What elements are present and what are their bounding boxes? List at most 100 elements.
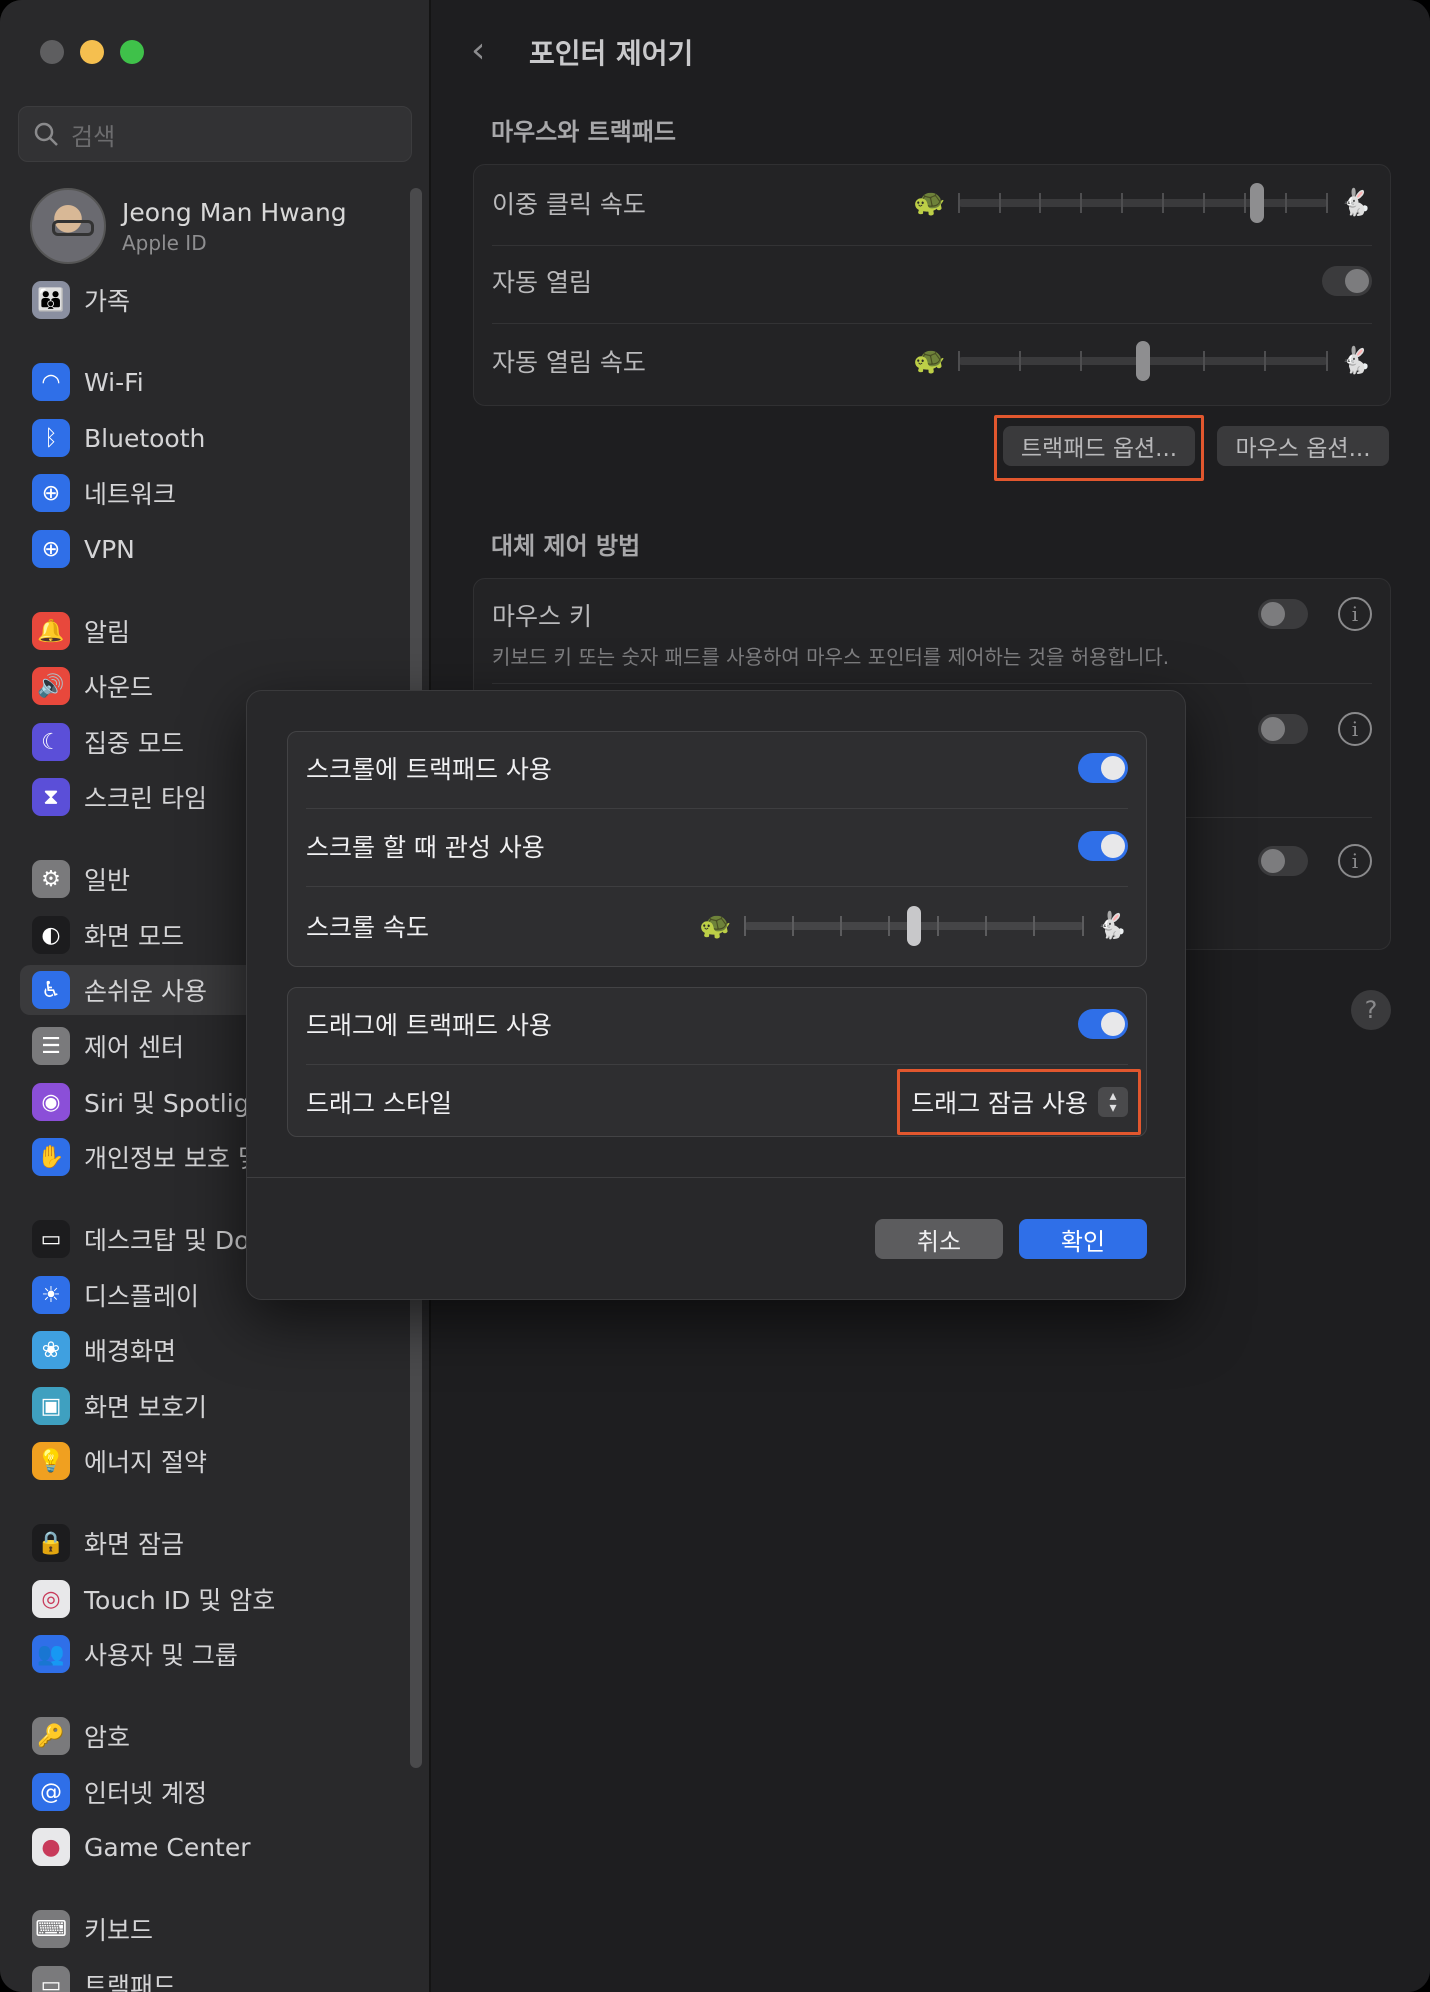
slider-track[interactable] <box>957 341 1328 381</box>
mouse-keys-description: 키보드 키 또는 숫자 패드를 사용하여 마우스 포인터를 제어하는 것을 허용… <box>492 645 1170 669</box>
sidebar-item[interactable]: 🔑 암호 <box>20 1711 400 1761</box>
double-click-speed-slider[interactable]: 🐢 🐇 <box>913 183 1372 223</box>
spring-loading-toggle[interactable] <box>1322 266 1372 296</box>
slider-tick <box>1202 351 1205 371</box>
sidebar-item[interactable]: 💡 에너지 절약 <box>20 1436 400 1486</box>
sidebar-item[interactable]: ▣ 화면 보호기 <box>20 1381 400 1431</box>
sidebar-item-label: Touch ID 및 암호 <box>84 1586 276 1615</box>
sidebar-item-label: 암호 <box>84 1723 131 1752</box>
spring-loading-speed-slider[interactable]: 🐢 🐇 <box>913 341 1372 381</box>
lock-screen-icon: 🔒 <box>32 1524 70 1562</box>
section-heading-alternate-control: 대체 제어 방법 <box>491 532 641 560</box>
slider-tick <box>957 351 960 371</box>
scroll-with-trackpad-label: 스크롤에 트랙패드 사용 <box>306 755 552 784</box>
sidebar-item[interactable]: @ 인터넷 계정 <box>20 1767 400 1817</box>
sidebar-item-label: 화면 모드 <box>84 922 184 951</box>
highlight-box <box>994 415 1204 481</box>
scroll-inertia-toggle[interactable] <box>1078 831 1128 861</box>
slider-tick <box>998 193 1001 213</box>
slider-tick <box>1080 193 1083 213</box>
back-chevron-icon[interactable]: ‹ <box>471 30 485 71</box>
users-icon: 👥 <box>32 1635 70 1673</box>
scroll-with-trackpad-toggle[interactable] <box>1078 753 1128 783</box>
slider-track[interactable] <box>743 906 1084 946</box>
internet-accounts-icon: @ <box>32 1773 70 1811</box>
slider-tick <box>1162 193 1165 213</box>
sidebar-item[interactable]: 👪 가족 <box>20 275 400 325</box>
divider <box>492 245 1372 246</box>
sidebar-item[interactable]: ◠ Wi-Fi <box>20 357 400 407</box>
help-button[interactable]: ? <box>1351 990 1391 1030</box>
sidebar-item[interactable]: ⌨ 키보드 <box>20 1904 400 1954</box>
close-window-button[interactable] <box>40 40 64 64</box>
ok-button[interactable]: 확인 <box>1019 1219 1147 1259</box>
sidebar-item-label: 사운드 <box>84 673 154 702</box>
head-pointer-toggle[interactable] <box>1258 846 1308 876</box>
slider-tick <box>1080 351 1083 371</box>
sidebar-item[interactable]: ⊕ VPN <box>20 524 400 574</box>
traffic-lights <box>40 40 144 64</box>
slider-knob[interactable] <box>1135 341 1150 381</box>
cancel-button[interactable]: 취소 <box>875 1219 1003 1259</box>
mouse-keys-info-icon[interactable]: i <box>1338 597 1372 631</box>
vpn-icon: ⊕ <box>32 530 70 568</box>
spring-loading-speed-label: 자동 열림 속도 <box>492 348 646 377</box>
mouse-options-button[interactable]: 마우스 옵션... <box>1217 426 1389 466</box>
control-center-icon: ☰ <box>32 1027 70 1065</box>
turtle-icon: 🐢 <box>699 911 732 941</box>
slider-track[interactable] <box>957 183 1328 223</box>
energy-icon: 💡 <box>32 1442 70 1480</box>
alternate-pointer-toggle[interactable] <box>1258 714 1308 744</box>
slider-tick <box>985 916 988 936</box>
spring-loading-label: 자동 열림 <box>492 268 592 297</box>
sidebar-item[interactable]: ● Game Center <box>20 1822 400 1872</box>
sidebar-item[interactable]: 🔔 알림 <box>20 606 400 656</box>
trackpad-options-sheet: 스크롤에 트랙패드 사용 스크롤 할 때 관성 사용 스크롤 속도 🐢 🐇 드래 <box>246 690 1186 1300</box>
scroll-speed-slider[interactable]: 🐢 🐇 <box>699 906 1128 946</box>
keyboard-icon: ⌨ <box>32 1910 70 1948</box>
wallpaper-icon: ❀ <box>32 1331 70 1369</box>
slider-knob[interactable] <box>906 906 921 946</box>
appearance-icon: ◐ <box>32 916 70 954</box>
mouse-trackpad-group: 이중 클릭 속도 🐢 🐇 자동 열림 자동 열림 속도 🐢 🐇 <box>473 164 1391 406</box>
slider-tick <box>1202 193 1205 213</box>
sidebar-item-label: 화면 잠금 <box>84 1530 184 1559</box>
family-icon: 👪 <box>32 281 70 319</box>
slider-tick <box>888 916 891 936</box>
sidebar-item[interactable]: ᛒ Bluetooth <box>20 413 400 463</box>
accessibility-icon: ♿ <box>32 971 70 1009</box>
zoom-window-button[interactable] <box>120 40 144 64</box>
sidebar-item-label: 화면 보호기 <box>84 1393 207 1422</box>
screensaver-icon: ▣ <box>32 1387 70 1425</box>
sidebar-item[interactable]: 👥 사용자 및 그룹 <box>20 1629 400 1679</box>
notifications-icon: 🔔 <box>32 612 70 650</box>
general-icon: ⚙ <box>32 860 70 898</box>
sidebar-item[interactable]: 🔒 화면 잠금 <box>20 1518 400 1568</box>
slider-knob[interactable] <box>1249 183 1264 223</box>
head-pointer-info-icon[interactable]: i <box>1338 844 1372 878</box>
sidebar-item[interactable]: ◎ Touch ID 및 암호 <box>20 1574 400 1624</box>
privacy-hand-icon: ✋ <box>32 1138 70 1176</box>
slider-tick <box>1243 193 1246 213</box>
alternate-pointer-info-icon[interactable]: i <box>1338 712 1372 746</box>
rabbit-icon: 🐇 <box>1095 911 1128 941</box>
turtle-icon: 🐢 <box>913 346 946 376</box>
account-name: Jeong Man Hwang <box>122 197 347 227</box>
sidebar-item-label: 집중 모드 <box>84 729 184 758</box>
sidebar-item[interactable]: ❀ 배경화면 <box>20 1325 400 1375</box>
scroll-group: 스크롤에 트랙패드 사용 스크롤 할 때 관성 사용 스크롤 속도 🐢 🐇 <box>287 731 1147 967</box>
sidebar-item[interactable]: ▭ 트랙패드 <box>20 1960 400 1992</box>
drag-with-trackpad-toggle[interactable] <box>1078 1009 1128 1039</box>
wifi-icon: ◠ <box>32 363 70 401</box>
slider-tick <box>936 916 939 936</box>
search-field[interactable]: 검색 <box>18 106 412 162</box>
sidebar-item-label: 알림 <box>84 618 131 647</box>
slider-tick <box>1121 193 1124 213</box>
divider <box>306 1064 1128 1065</box>
sidebar-item-label: 손쉬운 사용 <box>84 977 207 1006</box>
apple-id-account[interactable]: Jeong Man Hwang Apple ID <box>30 188 347 264</box>
sidebar-item[interactable]: ⊕ 네트워크 <box>20 468 400 518</box>
page-title: 포인터 제어기 <box>529 37 694 70</box>
mouse-keys-toggle[interactable] <box>1258 599 1308 629</box>
minimize-window-button[interactable] <box>80 40 104 64</box>
